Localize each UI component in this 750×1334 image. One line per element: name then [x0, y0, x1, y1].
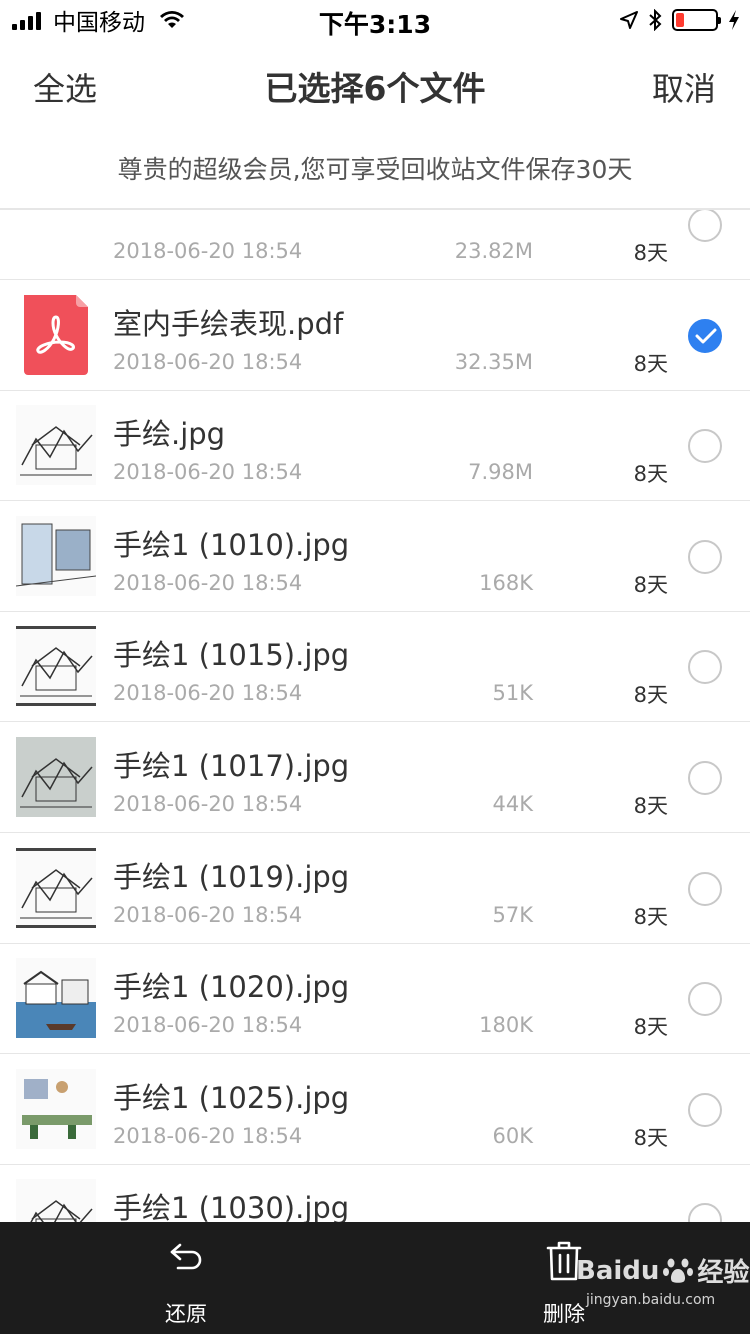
- file-row[interactable]: 手绘1 (1010).jpg 2018-06-20 18:54 168K 8天: [0, 502, 750, 612]
- file-size: 23.82M: [454, 239, 533, 263]
- watermark-brand: Baidu: [576, 1255, 660, 1286]
- file-days-left: 8天: [633, 572, 668, 597]
- file-size: 60K: [492, 1123, 534, 1148]
- paw-icon: [663, 1258, 694, 1283]
- building-sketch-thumbnail: [16, 847, 96, 928]
- file-row[interactable]: 手绘1 (1017).jpg 2018-06-20 18:54 44K 8天: [0, 723, 750, 833]
- file-size: 32.35M: [454, 349, 533, 374]
- file-days-left: 8天: [633, 1015, 668, 1040]
- file-date: 2018-06-20 18:54: [113, 681, 303, 706]
- battery-icon: [672, 9, 721, 31]
- checkbox[interactable]: [688, 1203, 722, 1222]
- checkbox[interactable]: [688, 539, 722, 574]
- checkbox[interactable]: [688, 650, 722, 685]
- file-date: 2018-06-20 18:54: [113, 349, 303, 374]
- file-size: 168K: [479, 570, 533, 595]
- interior-sketch-thumbnail: [16, 515, 96, 596]
- file-days-left: 8天: [633, 241, 668, 265]
- file-days-left: 8天: [633, 462, 668, 487]
- checkbox[interactable]: [688, 429, 722, 464]
- file-name: 手绘.jpg: [113, 417, 226, 452]
- file-row[interactable]: 2018-06-20 18:54 23.82M 8天: [0, 210, 750, 280]
- file-name: 手绘1 (1020).jpg: [113, 970, 350, 1005]
- file-date: 2018-06-20 18:54: [113, 570, 303, 595]
- file-row[interactable]: 手绘1 (1015).jpg 2018-06-20 18:54 51K 8天: [0, 612, 750, 723]
- room-sketch-thumbnail: [16, 1068, 96, 1149]
- pdf-icon: [16, 294, 96, 375]
- sketch-thumbnail: [16, 405, 96, 486]
- house-sketch-thumbnail: [16, 626, 96, 707]
- app-icon: [16, 210, 96, 264]
- file-size: 44K: [492, 792, 534, 816]
- nav-bar: 全选 已选择6个文件 取消: [0, 40, 750, 130]
- restore-button[interactable]: 还原: [126, 1222, 246, 1334]
- file-name: 室内手绘表现.pdf: [113, 306, 344, 341]
- file-size: 57K: [492, 902, 534, 927]
- battery-level: [676, 13, 684, 27]
- file-name: 手绘1 (1015).jpg: [113, 638, 350, 673]
- file-days-left: 8天: [633, 904, 668, 929]
- file-row[interactable]: 手绘1 (1025).jpg 2018-06-20 18:54 60K 8天: [0, 1055, 750, 1165]
- file-name: 手绘1 (1030).jpg: [113, 1191, 350, 1222]
- kitchen-sketch-thumbnail: [16, 1179, 96, 1222]
- file-date: 2018-06-20 18:54: [113, 792, 303, 816]
- file-date: 2018-06-20 18:54: [113, 239, 303, 263]
- restore-label: 还原: [165, 1302, 207, 1326]
- file-date: 2018-06-20 18:54: [113, 1013, 303, 1038]
- file-row[interactable]: 手绘1 (1030).jpg2018-06-20 18:54137K8天: [0, 1165, 750, 1222]
- status-right: [620, 6, 740, 34]
- file-row[interactable]: 手绘1 (1019).jpg 2018-06-20 18:54 57K 8天: [0, 834, 750, 944]
- location-arrow-icon: [620, 11, 638, 29]
- file-days-left: 8天: [633, 683, 668, 708]
- page-title: 已选择6个文件: [264, 69, 486, 108]
- file-date: 2018-06-20 18:54: [113, 460, 303, 485]
- file-row[interactable]: 手绘1 (1020).jpg 2018-06-20 18:54 180K 8天: [0, 944, 750, 1055]
- undo-icon: [170, 1243, 202, 1270]
- water-town-thumbnail: [16, 958, 96, 1039]
- checkbox[interactable]: [688, 1092, 722, 1127]
- watermark-brand-cn: 经验: [697, 1258, 750, 1288]
- file-days-left: 8天: [633, 1125, 668, 1150]
- file-row[interactable]: 室内手绘表现.pdf 2018-06-20 18:54 32.35M 8天: [0, 281, 750, 391]
- file-date: 2018-06-20 18:54: [113, 902, 303, 927]
- file-size: 51K: [492, 681, 534, 706]
- file-list: 2018-06-20 18:54 23.82M 8天 室内手绘表现.pdf 2018-0…: [0, 210, 750, 1222]
- file-name: 手绘1 (1019).jpg: [113, 859, 350, 894]
- charging-bolt-icon: [729, 10, 739, 30]
- file-days-left: 8天: [633, 794, 668, 818]
- file-row[interactable]: 手绘.jpg 2018-06-20 18:54 7.98M 8天: [0, 391, 750, 502]
- file-days-left: 8天: [633, 351, 668, 376]
- file-name: 手绘1 (1010).jpg: [113, 527, 350, 562]
- file-date: 2018-06-20 18:54: [113, 1123, 303, 1148]
- status-bar: 中国移动 下午3:13: [0, 0, 750, 40]
- checkbox[interactable]: [688, 871, 722, 906]
- watermark-url: jingyan.baidu.com: [586, 1292, 716, 1308]
- baidu-jingyan-watermark: Baidu 经验 jingyan.baidu.com: [576, 1252, 750, 1309]
- checkbox[interactable]: [688, 761, 722, 795]
- cancel-button[interactable]: 取消: [652, 64, 716, 110]
- file-size: 180K: [479, 1013, 533, 1038]
- village-sketch-thumbnail: [16, 737, 96, 817]
- checkmark-icon: [695, 328, 717, 344]
- vip-notice: 尊贵的超级会员,您可享受回收站文件保存30天: [117, 155, 633, 184]
- checkbox[interactable]: [688, 210, 722, 242]
- bluetooth-icon: [649, 9, 662, 31]
- file-size: 7.98M: [468, 460, 533, 485]
- checkbox[interactable]: [688, 982, 722, 1017]
- file-name: 手绘1 (1017).jpg: [113, 749, 350, 783]
- checked-checkbox[interactable]: [688, 318, 722, 353]
- file-name: 手绘1 (1025).jpg: [113, 1080, 350, 1115]
